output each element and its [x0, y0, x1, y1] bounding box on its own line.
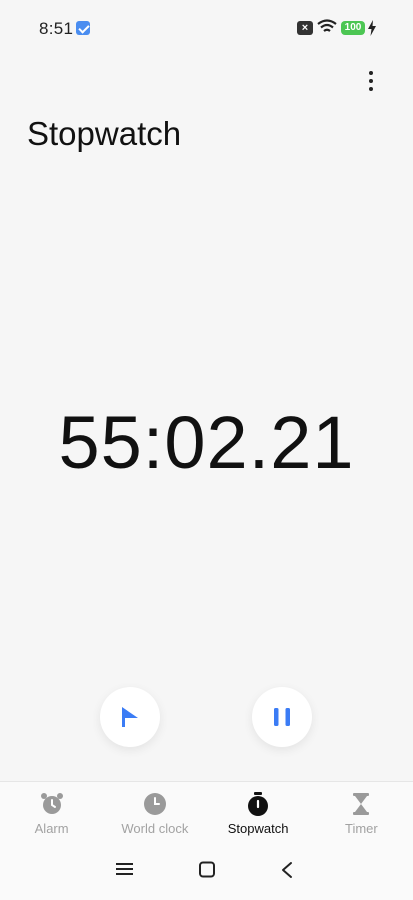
tab-timer-label: Timer: [345, 821, 378, 836]
page-title: Stopwatch: [27, 115, 182, 152]
stopwatch-icon: [248, 792, 269, 816]
hourglass-icon: [353, 793, 370, 815]
elapsed-time-display: 55:02.21: [58, 401, 355, 484]
tab-world-clock[interactable]: World clock: [103, 782, 206, 844]
back-icon[interactable]: [280, 861, 294, 879]
tab-alarm-label: Alarm: [34, 821, 69, 836]
pause-icon: [274, 708, 290, 726]
charging-bolt-icon: [368, 20, 376, 36]
tab-world-clock-label: World clock: [121, 821, 189, 836]
bottom-nav: Alarm World clock Stopwatch Timer: [0, 781, 413, 844]
lap-button[interactable]: [100, 687, 160, 747]
sim-x-icon: ×: [297, 21, 313, 35]
status-bar: 8:51 × 100: [0, 0, 413, 56]
status-time: 8:51: [39, 19, 74, 38]
wifi-icon: [317, 19, 337, 32]
battery-icon: 100: [341, 21, 365, 35]
system-nav-bar: [0, 843, 413, 900]
clock-icon: [143, 793, 166, 815]
menu-dot: [369, 79, 373, 83]
alarm-clock-icon: [40, 793, 63, 814]
flag-icon: [122, 707, 138, 727]
tab-stopwatch-label: Stopwatch: [227, 821, 289, 836]
more-options-button[interactable]: [360, 66, 382, 96]
app-notification-icon: [76, 21, 90, 35]
more-vertical-icon: [369, 71, 373, 75]
pause-button[interactable]: [252, 687, 312, 747]
tab-timer[interactable]: Timer: [310, 782, 413, 844]
tab-alarm[interactable]: Alarm: [0, 782, 103, 844]
menu-dot: [369, 87, 373, 91]
home-icon[interactable]: [198, 861, 216, 879]
menu-icon[interactable]: [116, 861, 134, 877]
tab-stopwatch[interactable]: Stopwatch: [207, 782, 310, 844]
